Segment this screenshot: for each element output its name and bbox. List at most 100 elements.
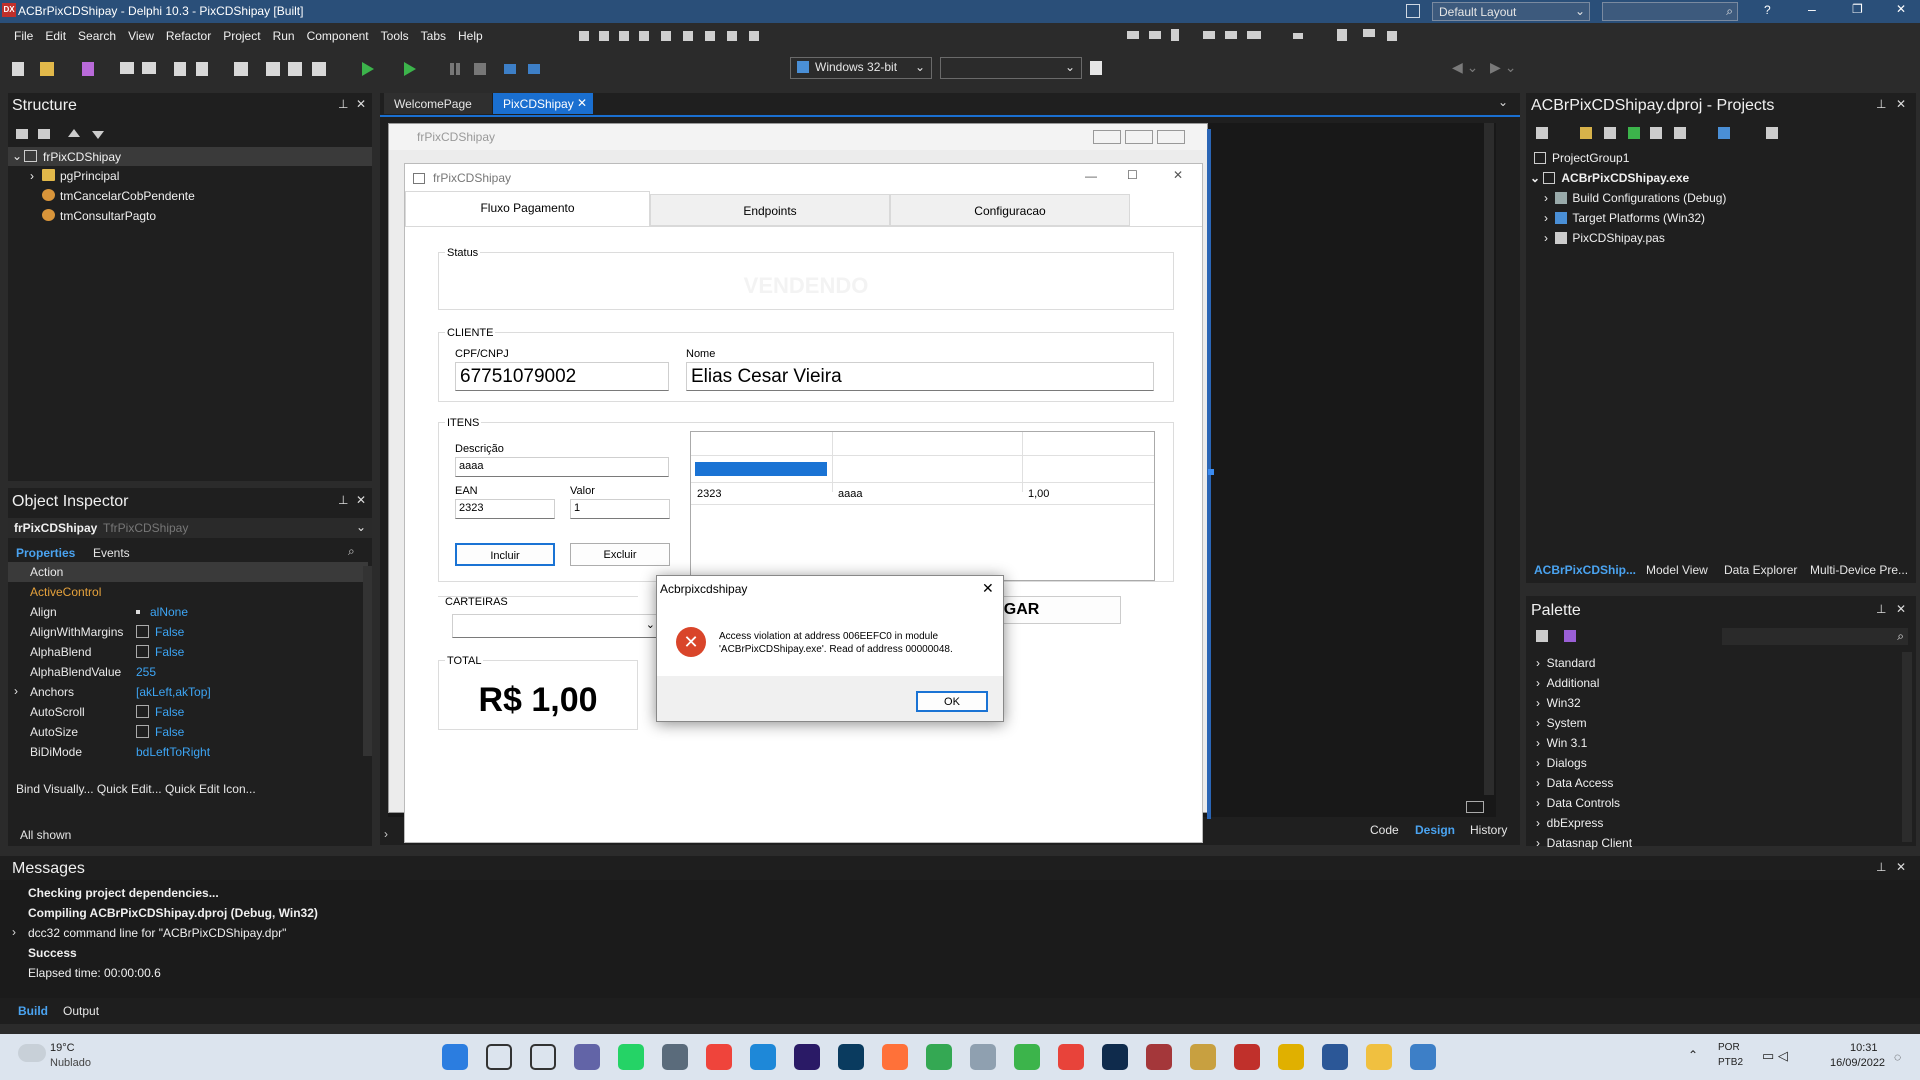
navigation-arrows-icon[interactable]: ◀ ⌄ ▶ ⌄: [1452, 59, 1516, 76]
platform-combo[interactable]: Windows 32-bit ⌄: [790, 57, 932, 79]
explorer-icon[interactable]: [1366, 1044, 1392, 1070]
property-row[interactable]: AlphaBlendValue 255: [8, 662, 368, 682]
layout-icon[interactable]: [1406, 4, 1420, 18]
language-indicator[interactable]: POR: [1718, 1042, 1740, 1053]
dialog-close-icon[interactable]: ✕: [982, 580, 994, 597]
palette-category[interactable]: › Win 3.1: [1536, 736, 1587, 750]
property-row[interactable]: AutoScroll False: [8, 702, 368, 722]
anydesk-icon[interactable]: [706, 1044, 732, 1070]
inspector-scrollbar[interactable]: [363, 566, 372, 756]
message-line[interactable]: Checking project dependencies...: [28, 886, 219, 900]
excluir-button[interactable]: Excluir: [570, 543, 670, 566]
checkbox[interactable]: [136, 705, 149, 718]
palette-category[interactable]: › Standard: [1536, 656, 1595, 670]
grid-cell-ean[interactable]: 2323: [697, 488, 721, 500]
form-preview-icon[interactable]: [1466, 801, 1484, 813]
menu-help[interactable]: Help: [452, 23, 489, 49]
grid-cell-valor[interactable]: 1,00: [1028, 488, 1049, 500]
tab-fluxo-pagamento[interactable]: Fluxo Pagamento: [405, 191, 650, 227]
project-group-item[interactable]: ProjectGroup1: [1534, 151, 1629, 165]
menu-component[interactable]: Component: [301, 23, 375, 49]
inspector-links[interactable]: Bind Visually... Quick Edit... Quick Edi…: [16, 782, 256, 796]
property-row[interactable]: AlphaBlend False: [8, 642, 368, 662]
lightroom-icon[interactable]: [838, 1044, 864, 1070]
pin-icon[interactable]: ⊥: [1876, 860, 1886, 874]
keyboard-indicator[interactable]: PTB2: [1718, 1057, 1743, 1068]
menu-tools[interactable]: Tools: [375, 23, 415, 49]
property-row[interactable]: Align alNone: [8, 602, 368, 622]
edge-icon[interactable]: [750, 1044, 776, 1070]
tab-properties[interactable]: Properties: [16, 546, 75, 560]
tab-welcome-page[interactable]: WelcomePage: [384, 93, 492, 114]
carteiras-combo[interactable]: ⌄: [452, 614, 660, 638]
pin-icon[interactable]: ⊥: [338, 97, 348, 111]
project-exe-item[interactable]: ⌄ ACBrPixCDShipay.exe: [1530, 171, 1689, 185]
palette-category[interactable]: › Win32: [1536, 696, 1581, 710]
ide-search-input[interactable]: ⌕: [1602, 2, 1738, 21]
property-row[interactable]: AutoSize False: [8, 722, 368, 742]
palette-category[interactable]: › Data Controls: [1536, 796, 1620, 810]
menu-search[interactable]: Search: [72, 23, 122, 49]
app-red-icon[interactable]: [1058, 1044, 1084, 1070]
archive-icon[interactable]: [1190, 1044, 1216, 1070]
search-icon[interactable]: [486, 1044, 512, 1070]
project-item[interactable]: › Build Configurations (Debug): [1544, 191, 1726, 205]
notification-icon[interactable]: ◌: [1894, 1050, 1901, 1064]
property-row[interactable]: ActiveControl: [8, 582, 368, 602]
nome-field[interactable]: Elias Cesar Vieira: [686, 362, 1154, 391]
file-toolbar-icons[interactable]: [10, 60, 330, 78]
pin-icon[interactable]: ⊥: [1876, 602, 1886, 616]
tab-multi-device-preview[interactable]: Multi-Device Pre...: [1810, 563, 1908, 577]
ide-active-icon[interactable]: [1410, 1044, 1436, 1070]
structure-toolbar-icons[interactable]: [14, 127, 114, 141]
tab-history[interactable]: History: [1470, 823, 1507, 837]
tab-output[interactable]: Output: [63, 1004, 99, 1018]
grid-cell-desc[interactable]: aaaa: [838, 488, 862, 500]
close-icon[interactable]: ✕: [1896, 602, 1906, 616]
photoshop-icon[interactable]: [1102, 1044, 1128, 1070]
firefox-icon[interactable]: [882, 1044, 908, 1070]
ok-button[interactable]: OK: [916, 691, 988, 712]
incluir-button[interactable]: Incluir: [455, 543, 555, 566]
close-icon[interactable]: ✕: [1896, 860, 1906, 874]
palette-category[interactable]: › dbExpress: [1536, 816, 1603, 830]
palette-search-input[interactable]: ⌕: [1722, 628, 1908, 645]
weather-temp[interactable]: 19°C: [50, 1042, 75, 1054]
premiere-icon[interactable]: [794, 1044, 820, 1070]
close-icon[interactable]: ✕: [1173, 168, 1183, 182]
project-item[interactable]: › PixCDShipay.pas: [1544, 231, 1665, 245]
clock-date[interactable]: 16/09/2022: [1830, 1057, 1885, 1069]
tab-code[interactable]: Code: [1370, 823, 1399, 837]
app-icon[interactable]: [970, 1044, 996, 1070]
device-icon[interactable]: [1090, 61, 1102, 75]
property-row[interactable]: › Anchors [akLeft,akTop]: [8, 682, 368, 702]
expand-icon[interactable]: ›: [12, 925, 16, 939]
palette-category[interactable]: › Data Access: [1536, 776, 1613, 790]
tab-pixcdshipay[interactable]: PixCDShipay ✕: [493, 93, 593, 114]
menu-project[interactable]: Project: [217, 23, 266, 49]
property-row[interactable]: AlignWithMargins False: [8, 622, 368, 642]
tab-build[interactable]: Build: [18, 1004, 48, 1018]
teams-icon[interactable]: [574, 1044, 600, 1070]
checkbox[interactable]: [136, 625, 149, 638]
calculator-icon[interactable]: [662, 1044, 688, 1070]
delphi-icon[interactable]: [1234, 1044, 1260, 1070]
maximize-button[interactable]: ❐: [1852, 2, 1863, 16]
valor-field[interactable]: 1: [570, 499, 670, 519]
itens-grid[interactable]: 2323 aaaa 1,00: [690, 431, 1155, 581]
close-icon[interactable]: ✕: [1896, 97, 1906, 111]
close-icon[interactable]: ✕: [356, 97, 366, 111]
ean-field[interactable]: 2323: [455, 499, 555, 519]
task-view-icon[interactable]: [530, 1044, 556, 1070]
tab-project[interactable]: ACBrPixCDShip...: [1534, 563, 1636, 577]
layout-combo[interactable]: Default Layout ⌄: [1432, 2, 1590, 21]
minimize-button[interactable]: –: [1808, 1, 1816, 17]
projects-toolbar-icons[interactable]: [1534, 125, 1794, 141]
run-toolbar-icons[interactable]: [360, 60, 560, 78]
chevron-up-icon[interactable]: ⌃: [1688, 1048, 1698, 1062]
checkbox[interactable]: [136, 645, 149, 658]
chevron-down-icon[interactable]: ⌄: [1498, 95, 1508, 109]
property-row[interactable]: BiDiMode bdLeftToRight: [8, 742, 368, 762]
cpf-field[interactable]: 67751079002: [455, 362, 669, 391]
scroll-left-icon[interactable]: ›: [384, 827, 388, 841]
